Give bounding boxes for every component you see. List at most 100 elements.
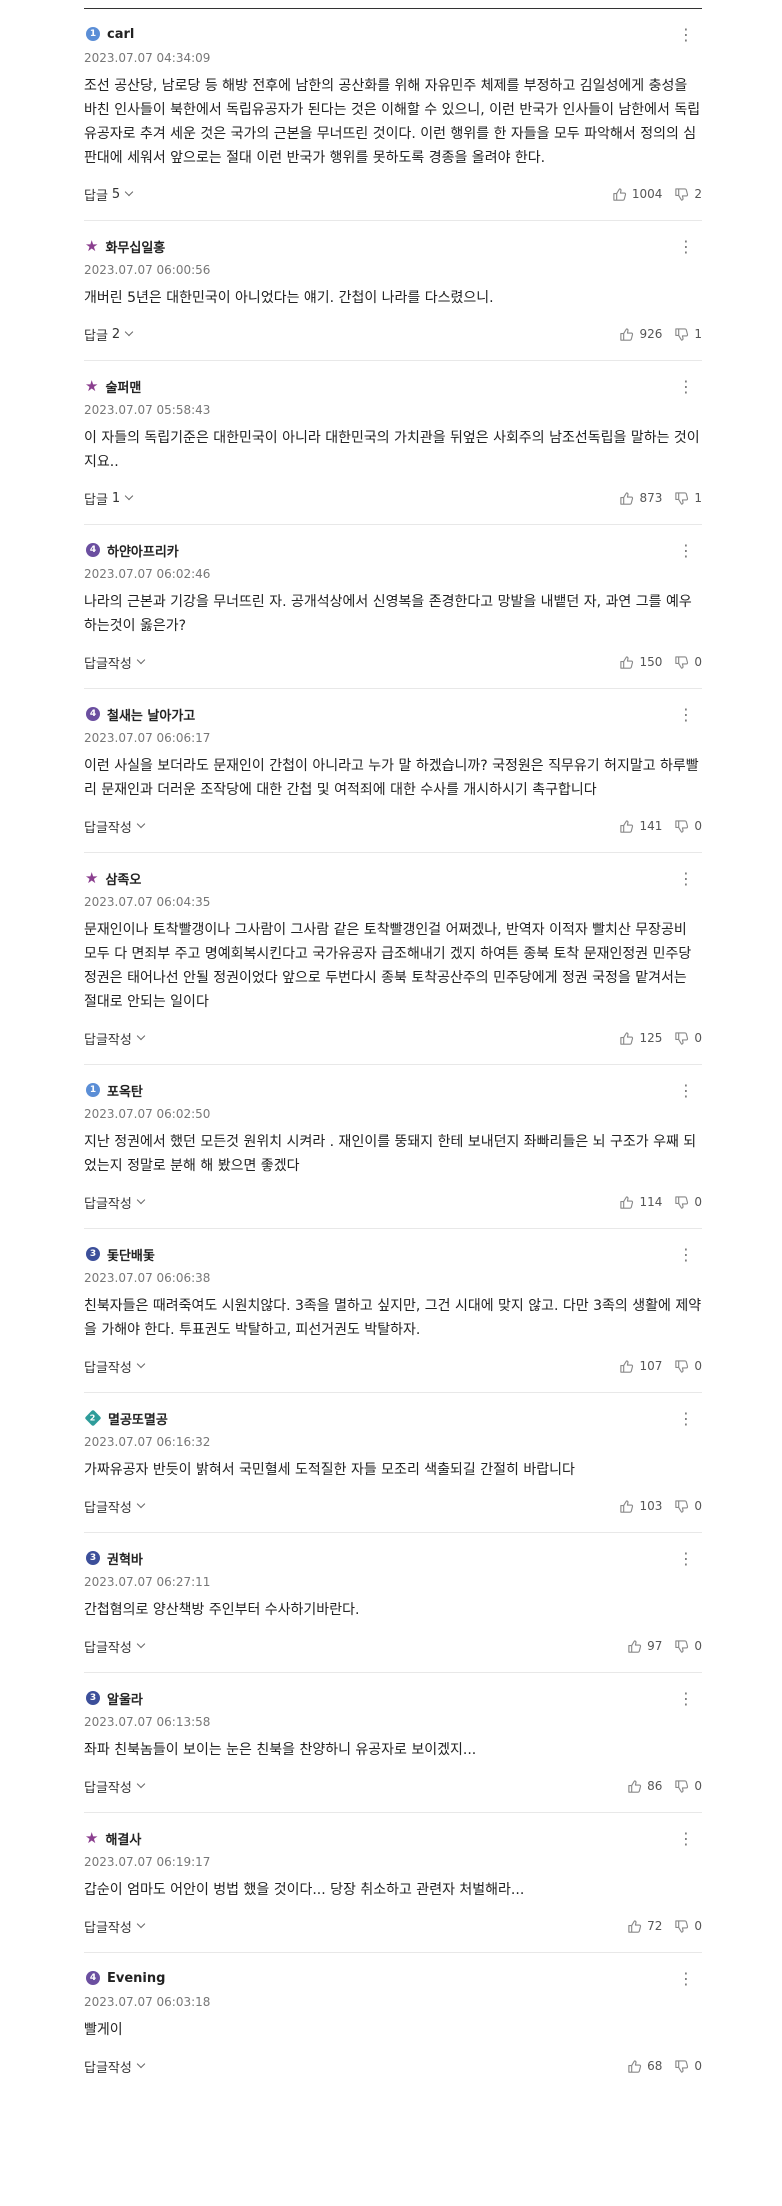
reply-button[interactable]: 답글작성 [84,1193,146,1212]
author-name[interactable]: 권혁바 [107,1549,143,1568]
dislike-button[interactable]: 0 [674,1779,702,1794]
reply-button[interactable]: 답글작성 [84,1637,146,1656]
author-name[interactable]: carl [107,27,134,42]
like-button[interactable]: 873 [619,491,662,506]
dislike-count: 0 [694,1195,702,1209]
author-name[interactable]: 해결사 [105,1829,141,1848]
comment-header: 3 알울라 [84,1688,702,1708]
reply-button[interactable]: 답글작성 [84,1917,146,1936]
reply-button[interactable]: 답글작성 [84,1497,146,1516]
more-options-icon[interactable]: ⋮ [678,1831,694,1847]
author-name[interactable]: 돛단배돛 [107,1245,155,1264]
more-options-icon[interactable]: ⋮ [678,1083,694,1099]
like-button[interactable]: 114 [619,1195,662,1210]
more-options-icon[interactable]: ⋮ [678,1971,694,1987]
chevron-down-icon [124,491,134,501]
more-options-icon[interactable]: ⋮ [678,871,694,887]
like-button[interactable]: 68 [627,2059,662,2074]
like-button[interactable]: 926 [619,327,662,342]
dislike-button[interactable]: 0 [674,1359,702,1374]
thumbs-up-icon [620,491,634,505]
author-name[interactable]: Evening [107,1971,165,1986]
like-button[interactable]: 141 [619,819,662,834]
thumbs-down-icon [675,2059,689,2073]
reply-count: 2 [111,326,121,342]
author-name[interactable]: 하얀아프리카 [107,541,179,560]
dislike-button[interactable]: 0 [674,1639,702,1654]
more-options-icon[interactable]: ⋮ [678,1551,694,1567]
dislike-button[interactable]: 0 [674,819,702,834]
reply-label: 답글작성 [84,820,132,836]
reply-button[interactable]: 답글 2 [84,325,134,344]
star-badge-icon: ★ [85,376,99,395]
author-name[interactable]: 철새는 날아가고 [107,705,195,724]
dislike-button[interactable]: 2 [674,187,702,202]
circle-badge-icon: 3 [86,1551,100,1565]
thumbs-down-icon [675,1639,689,1653]
like-button[interactable]: 125 [619,1031,662,1046]
vote-group: 97 0 [627,1639,702,1654]
dislike-button[interactable]: 0 [674,1919,702,1934]
vote-group: 873 1 [619,491,702,506]
like-button[interactable]: 103 [619,1499,662,1514]
reply-label: 답글 [84,492,108,508]
more-options-icon[interactable]: ⋮ [678,543,694,559]
dislike-button[interactable]: 1 [674,491,702,506]
comment-footer: 답글작성 68 0 [84,2054,702,2078]
more-options-icon[interactable]: ⋮ [678,1247,694,1263]
dislike-count: 0 [694,655,702,669]
more-options-icon[interactable]: ⋮ [678,1691,694,1707]
reply-button[interactable]: 답글작성 [84,653,146,672]
circle-badge-icon: 4 [86,1971,100,1985]
reply-label: 답글 [84,328,108,344]
thumbs-up-icon [628,1919,642,1933]
author-name[interactable]: 삼족오 [105,869,141,888]
like-count: 150 [639,655,663,669]
reply-button[interactable]: 답글작성 [84,1357,146,1376]
reply-button[interactable]: 답글 5 [84,185,134,204]
reply-button[interactable]: 답글작성 [84,1777,146,1796]
comment-footer: 답글 2 926 1 [84,322,702,346]
author-name[interactable]: 술퍼맨 [105,377,141,396]
like-button[interactable]: 1004 [612,187,662,202]
author-name[interactable]: 화무십일홍 [105,237,165,256]
chevron-down-icon [136,655,146,665]
author-name[interactable]: 멸공또멸공 [108,1409,168,1428]
reply-button[interactable]: 답글작성 [84,817,146,836]
comment-footer: 답글작성 125 0 [84,1026,702,1050]
comment-footer: 답글 5 1004 2 [84,182,702,206]
comment-text: 지난 정권에서 했던 모든것 원위치 시켜라 . 재인이를 뚱돼지 한테 보내던… [84,1134,697,1174]
more-options-icon[interactable]: ⋮ [678,1411,694,1427]
more-options-icon[interactable]: ⋮ [678,379,694,395]
more-options-icon[interactable]: ⋮ [678,239,694,255]
like-button[interactable]: 86 [627,1779,662,1794]
chevron-down-icon [136,1919,146,1929]
comment-text: 조선 공산당, 남로당 등 해방 전후에 남한의 공산화를 위해 자유민주 체제… [84,78,701,166]
chevron-down-icon [136,819,146,829]
dislike-button[interactable]: 0 [674,1031,702,1046]
comment-item: ★ 해결사 ⋮ 2023.07.07 06:19:17 갑순이 엄마도 어안이 … [84,1813,702,1953]
dislike-button[interactable]: 0 [674,1195,702,1210]
comment-item: 3 돛단배돛 ⋮ 2023.07.07 06:06:38 친북자들은 때려죽여도… [84,1229,702,1393]
like-button[interactable]: 150 [619,655,662,670]
reply-button[interactable]: 답글작성 [84,2057,146,2076]
comment-item: 1 포옥탄 ⋮ 2023.07.07 06:02:50 지난 정권에서 했던 모… [84,1065,702,1229]
reply-button[interactable]: 답글 1 [84,489,134,508]
comment-item: 4 Evening ⋮ 2023.07.07 06:03:18 빨게이 답글작성… [84,1953,702,2092]
vote-group: 103 0 [619,1499,702,1514]
like-button[interactable]: 97 [627,1639,662,1654]
more-options-icon[interactable]: ⋮ [678,707,694,723]
dislike-button[interactable]: 1 [674,327,702,342]
like-button[interactable]: 72 [627,1919,662,1934]
comment-text: 나라의 근본과 기강을 무너뜨린 자. 공개석상에서 신영복을 존경한다고 망발… [84,594,692,634]
dislike-button[interactable]: 0 [674,655,702,670]
like-button[interactable]: 107 [619,1359,662,1374]
more-options-icon[interactable]: ⋮ [678,27,694,43]
comment-footer: 답글작성 107 0 [84,1354,702,1378]
reply-button[interactable]: 답글작성 [84,1029,146,1048]
author-name[interactable]: 알울라 [107,1689,143,1708]
dislike-button[interactable]: 0 [674,2059,702,2074]
dislike-button[interactable]: 0 [674,1499,702,1514]
author-name[interactable]: 포옥탄 [107,1081,143,1100]
comment-header: 1 carl [84,24,702,44]
